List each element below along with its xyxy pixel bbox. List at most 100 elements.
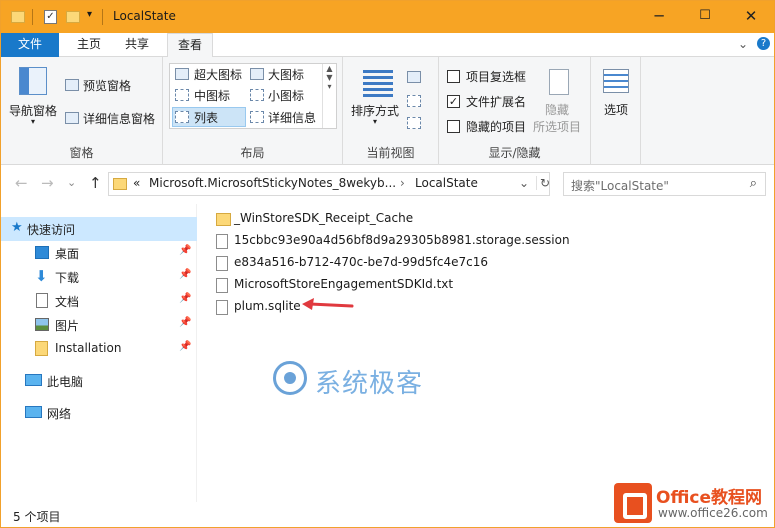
sidebar-item-this-pc[interactable]: 此电脑 bbox=[1, 369, 197, 393]
layout-small[interactable]: 小图标 bbox=[268, 87, 304, 104]
desktop-icon bbox=[35, 246, 49, 259]
medium-icons-icon bbox=[175, 89, 189, 101]
size-columns-icon[interactable] bbox=[407, 117, 421, 129]
breadcrumb-separator[interactable]: › bbox=[400, 176, 405, 190]
brand-name: Office教程网 bbox=[656, 488, 763, 508]
add-columns-icon[interactable] bbox=[407, 95, 421, 107]
list-item[interactable]: MicrosoftStoreEngagementSDKId.txt bbox=[212, 274, 652, 296]
sidebar-item-quick-access[interactable]: ★ 快速访问 bbox=[1, 217, 197, 241]
up-button[interactable]: ↑ bbox=[89, 174, 102, 192]
sidebar-item-desktop[interactable]: 桌面 📌 bbox=[1, 241, 197, 265]
tab-view[interactable]: 查看 bbox=[167, 33, 213, 58]
search-input[interactable]: 搜索"LocalState" bbox=[571, 177, 669, 194]
list-item[interactable]: plum.sqlite bbox=[212, 296, 652, 318]
breadcrumb-segment[interactable]: LocalState bbox=[415, 176, 478, 190]
list-item[interactable]: 15cbbc93e90a4d56bf8d9a29305b8981.storage… bbox=[212, 230, 652, 252]
document-icon bbox=[36, 293, 48, 308]
refresh-button[interactable]: ↻ bbox=[536, 176, 550, 190]
sidebar-item-downloads[interactable]: ⬇ 下载 📌 bbox=[1, 265, 197, 289]
sidebar-item-label: 快速访问 bbox=[27, 223, 76, 237]
recent-locations-button[interactable]: ⌄ bbox=[67, 176, 76, 189]
layout-details[interactable]: 详细信息 bbox=[268, 109, 316, 126]
hidden-items-checkbox[interactable] bbox=[447, 120, 460, 133]
explorer-window: ✓ ▾ LocalState ─ ☐ ✕ 文件 主页 共享 查看 ⌄ ? 导航窗… bbox=[0, 0, 775, 528]
sidebar-item-installation[interactable]: Installation 📌 bbox=[1, 337, 197, 361]
file-icon bbox=[216, 234, 228, 249]
large-icons-icon bbox=[250, 68, 264, 80]
back-button[interactable]: ← bbox=[15, 174, 28, 192]
address-dropdown[interactable]: ⌄ bbox=[519, 176, 529, 190]
computer-icon bbox=[25, 374, 42, 386]
hide-button[interactable]: 隐藏 bbox=[545, 101, 569, 118]
download-icon: ⬇ bbox=[35, 267, 48, 285]
pin-icon[interactable]: 📌 bbox=[179, 293, 191, 304]
customize-toolbar-icon[interactable]: ▾ bbox=[87, 9, 92, 27]
folder-icon bbox=[11, 11, 25, 23]
sidebar-item-label: 文档 bbox=[55, 295, 80, 309]
search-icon[interactable]: ⌕ bbox=[750, 176, 757, 191]
file-icon bbox=[216, 256, 228, 271]
sidebar-item-network[interactable]: 网络 bbox=[1, 401, 197, 425]
group-by-icon[interactable] bbox=[407, 71, 421, 83]
minimize-button[interactable]: ─ bbox=[636, 1, 682, 33]
sidebar-item-label: 图片 bbox=[55, 319, 80, 333]
file-name: e834a516-b712-470c-be7d-99d5fc4e7c16 bbox=[234, 255, 489, 269]
layout-extra-large[interactable]: 超大图标 bbox=[194, 66, 242, 83]
chevron-down-icon: ▾ bbox=[373, 117, 378, 126]
chevron-down-icon: ▾ bbox=[31, 117, 36, 126]
pin-icon[interactable]: 📌 bbox=[179, 245, 191, 256]
annotation-arrow-icon bbox=[302, 298, 354, 310]
file-extensions-checkbox[interactable]: ✓ bbox=[447, 95, 460, 108]
new-folder-icon[interactable] bbox=[66, 11, 80, 23]
sidebar-item-documents[interactable]: 文档 📌 bbox=[1, 289, 197, 313]
layout-large[interactable]: 大图标 bbox=[268, 66, 304, 83]
group-label-panes: 窗格 bbox=[69, 146, 94, 160]
preview-pane-button[interactable]: 预览窗格 bbox=[83, 77, 131, 94]
pin-icon[interactable]: 📌 bbox=[179, 341, 191, 352]
chevron-down-icon[interactable]: ⌄ bbox=[738, 37, 748, 51]
layout-medium[interactable]: 中图标 bbox=[194, 87, 230, 104]
hide-selected-label: 所选项目 bbox=[533, 120, 582, 134]
group-options: 选项 bbox=[591, 57, 641, 165]
layout-gallery: 超大图标 大图标 中图标 小图标 列表 详细信息 ▲ ▼ ▾ bbox=[169, 63, 337, 129]
breadcrumb-segment[interactable]: Microsoft.MicrosoftStickyNotes_8wekyb... bbox=[149, 176, 396, 190]
folder-icon bbox=[35, 341, 48, 356]
gallery-scrollbar[interactable]: ▲ ▼ ▾ bbox=[322, 64, 336, 128]
brand-badge: Office教程网 www.office26.com bbox=[606, 479, 774, 527]
forward-button[interactable]: → bbox=[41, 174, 54, 192]
sidebar-item-pictures[interactable]: 图片 📌 bbox=[1, 313, 197, 337]
close-button[interactable]: ✕ bbox=[728, 1, 774, 33]
properties-icon[interactable]: ✓ bbox=[44, 10, 57, 24]
picture-icon bbox=[35, 318, 49, 331]
options-button[interactable]: 选项 bbox=[604, 101, 628, 118]
list-item[interactable]: e834a516-b712-470c-be7d-99d5fc4e7c16 bbox=[212, 252, 652, 274]
tab-home[interactable]: 主页 bbox=[69, 33, 109, 57]
file-list: _WinStoreSDK_Receipt_Cache 15cbbc93e90a4… bbox=[198, 204, 774, 502]
tab-share[interactable]: 共享 bbox=[117, 33, 157, 57]
group-current-view: 排序方式 ▾ 当前视图 bbox=[343, 57, 439, 165]
sidebar-item-label: 桌面 bbox=[55, 247, 80, 261]
address-bar[interactable]: « Microsoft.MicrosoftStickyNotes_8wekyb.… bbox=[108, 172, 550, 196]
help-icon[interactable]: ? bbox=[757, 37, 770, 50]
pin-icon[interactable]: 📌 bbox=[179, 269, 191, 280]
group-label-layout: 布局 bbox=[240, 146, 265, 160]
group-panes: 导航窗格 ▾ 预览窗格 详细信息窗格 窗格 bbox=[1, 57, 163, 165]
sidebar-item-label: 下载 bbox=[55, 271, 80, 285]
sidebar-item-label: Installation bbox=[55, 341, 122, 355]
pin-icon[interactable]: 📌 bbox=[179, 317, 191, 328]
tab-file[interactable]: 文件 bbox=[1, 33, 59, 57]
hide-selected-icon bbox=[549, 69, 569, 95]
group-label-current-view: 当前视图 bbox=[366, 146, 415, 160]
breadcrumb-overflow[interactable]: « bbox=[133, 176, 140, 190]
maximize-button[interactable]: ☐ bbox=[682, 1, 728, 33]
item-checkboxes-checkbox[interactable] bbox=[447, 70, 460, 83]
watermark-logo-icon bbox=[273, 361, 307, 395]
window-title: LocalState bbox=[113, 9, 176, 23]
search-box[interactable]: 搜索"LocalState" ⌕ bbox=[563, 172, 766, 196]
details-pane-button[interactable]: 详细信息窗格 bbox=[83, 110, 155, 127]
navigation-pane: ★ 快速访问 桌面 📌 ⬇ 下载 📌 文档 📌 图片 📌 Installatio… bbox=[1, 204, 197, 502]
star-icon: ★ bbox=[11, 220, 23, 235]
list-item[interactable]: _WinStoreSDK_Receipt_Cache bbox=[212, 208, 652, 230]
layout-list[interactable]: 列表 bbox=[194, 109, 218, 126]
office-logo-icon bbox=[614, 483, 652, 523]
